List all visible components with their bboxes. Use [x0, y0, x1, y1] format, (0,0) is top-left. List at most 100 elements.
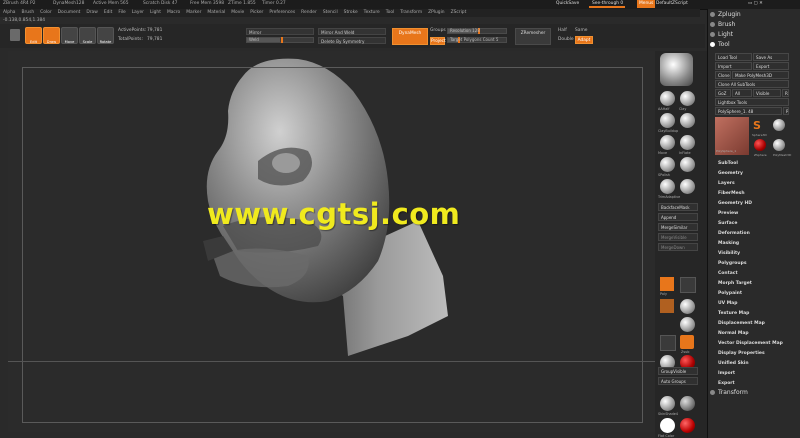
menu-item[interactable]: Light	[150, 10, 161, 15]
mirror-button[interactable]: Mirror	[246, 28, 314, 35]
menu-item[interactable]: Marker	[186, 10, 201, 15]
edit-button[interactable]: Edit	[25, 27, 42, 44]
menu-item[interactable]: File	[118, 10, 125, 15]
import-button[interactable]: Import	[715, 62, 752, 70]
texture-swatch[interactable]	[660, 299, 674, 313]
groups-label[interactable]: Groups	[430, 28, 446, 33]
menu-item[interactable]: Material	[207, 10, 225, 15]
brush-icon[interactable]	[660, 113, 675, 128]
subpalette-masking[interactable]: Masking	[718, 241, 739, 246]
menu-item[interactable]: Brush	[21, 10, 34, 15]
goz-all-button[interactable]: All	[732, 89, 752, 97]
brush-icon[interactable]	[660, 157, 675, 172]
tool-slider[interactable]: PolySphere_1. 48	[715, 107, 782, 115]
menu-item[interactable]: Transform	[400, 10, 422, 15]
menus-button[interactable]: Menus	[637, 0, 656, 8]
append-button[interactable]: Append	[658, 213, 698, 221]
subpalette-display-properties[interactable]: Display Properties	[718, 351, 765, 356]
menu-item[interactable]: Preferences	[269, 10, 295, 15]
rotate-button[interactable]: Rotate	[97, 27, 114, 44]
subpalette-import[interactable]: Import	[718, 371, 735, 376]
polymesh-icon[interactable]	[773, 139, 785, 151]
subpalette-texture-map[interactable]: Texture Map	[718, 311, 749, 316]
palette-header-transform[interactable]: Transform	[710, 389, 748, 396]
delete-by-symmetry-button[interactable]: Delete By Symmetry	[318, 37, 386, 44]
brush-icon[interactable]	[680, 91, 695, 106]
goz-button[interactable]: GoZ	[715, 89, 731, 97]
clone-all-subtools-button[interactable]: Clone All SubTools	[715, 80, 789, 88]
brush-icon[interactable]	[680, 179, 695, 194]
matcap-preview[interactable]	[660, 53, 693, 86]
subpalette-export[interactable]: Export	[718, 381, 735, 386]
merge-down-button[interactable]: MergeDown	[658, 243, 698, 251]
menu-item[interactable]: Alpha	[3, 10, 15, 15]
subpalette-geometry-hd[interactable]: Geometry HD	[718, 201, 752, 206]
tool-r-button[interactable]: R	[783, 107, 789, 115]
menu-item[interactable]: Stencil	[323, 10, 338, 15]
palette-header-light[interactable]: Light	[710, 31, 733, 38]
subpalette-polygroups[interactable]: Polygroups	[718, 261, 747, 266]
palette-header-tool[interactable]: Tool	[710, 41, 730, 48]
sphere3d-icon[interactable]	[773, 119, 785, 131]
subpalette-visibility[interactable]: Visibility	[718, 251, 740, 256]
subpalette-uv-map[interactable]: UV Map	[718, 301, 737, 306]
brush-icon[interactable]	[680, 113, 695, 128]
brush-icon[interactable]	[660, 135, 675, 150]
menu-item[interactable]: Stroke	[344, 10, 358, 15]
brush-icon[interactable]	[680, 135, 695, 150]
double-button[interactable]: Double	[558, 37, 574, 42]
clone-button[interactable]: Clone	[715, 71, 731, 79]
menu-item[interactable]: Edit	[104, 10, 113, 15]
window-controls[interactable]: ▭ ▢ ✕	[748, 1, 763, 6]
auto-groups-button[interactable]: Auto Groups	[658, 377, 698, 385]
move-button[interactable]: Move	[61, 27, 78, 44]
merge-similar-button[interactable]: MergeSimilar	[658, 223, 698, 231]
menu-item[interactable]: Document	[58, 10, 81, 15]
same-button[interactable]: Same	[575, 28, 587, 33]
subpalette-morph-target[interactable]: Morph Target	[718, 281, 752, 286]
flat-color-icon[interactable]	[660, 418, 675, 433]
brush-icon[interactable]	[680, 157, 695, 172]
goz-r-button[interactable]: R	[782, 89, 789, 97]
menu-item[interactable]: Picker	[250, 10, 263, 15]
brush-icon[interactable]	[660, 179, 675, 194]
lightbox-tools-button[interactable]: Lightbox Tools	[715, 98, 789, 106]
material-swatch[interactable]	[10, 29, 20, 41]
zsub-icon[interactable]	[680, 299, 695, 314]
save-as-button[interactable]: Save As	[753, 53, 789, 61]
adapt-button[interactable]: Adapt	[575, 36, 593, 44]
subpalette-normal-map[interactable]: Normal Map	[718, 331, 749, 336]
zsphere-icon[interactable]	[754, 139, 766, 151]
menu-item[interactable]: ZPlugin	[428, 10, 444, 15]
dynamesh-button[interactable]: DynaMesh	[392, 28, 428, 45]
menu-item[interactable]: Draw	[86, 10, 97, 15]
subpalette-preview[interactable]: Preview	[718, 211, 738, 216]
make-polymesh-button[interactable]: Make PolyMesh3D	[732, 71, 789, 79]
menu-item[interactable]: ZScript	[451, 10, 467, 15]
scale-button[interactable]: Scale	[79, 27, 96, 44]
simple-brush-icon[interactable]: S	[753, 119, 761, 132]
menu-item[interactable]: Render	[301, 10, 317, 15]
subpalette-polypaint[interactable]: Polypaint	[718, 291, 742, 296]
group-visible-button[interactable]: GroupVisible	[658, 367, 698, 375]
poly-frame-button[interactable]	[660, 277, 674, 291]
mirror-and-weld-button[interactable]: Mirror And Weld	[318, 28, 386, 35]
draw-button[interactable]: Draw	[43, 27, 60, 44]
menu-item[interactable]: Color	[40, 10, 51, 15]
merge-visible-button[interactable]: MergeVisible	[658, 233, 698, 241]
menu-item[interactable]: Texture	[364, 10, 380, 15]
subpalette-vector-displacement-map[interactable]: Vector Displacement Map	[718, 341, 783, 346]
default-zscript-button[interactable]: DefaultZScript	[656, 1, 688, 6]
export-button[interactable]: Export	[753, 62, 789, 70]
palette-header-zplugin[interactable]: Zplugin	[710, 11, 741, 18]
menu-item[interactable]: Layer	[132, 10, 144, 15]
zsphere-button[interactable]	[680, 335, 694, 349]
brush-icon[interactable]	[660, 91, 675, 106]
subdivide-button[interactable]	[660, 335, 676, 351]
subpalette-deformation[interactable]: Deformation	[718, 231, 750, 236]
project-button[interactable]: Project	[430, 37, 446, 45]
transp-button[interactable]	[680, 277, 696, 293]
zcut-icon[interactable]	[680, 317, 695, 332]
subpalette-subtool[interactable]: SubTool	[718, 161, 738, 166]
subpalette-layers[interactable]: Layers	[718, 181, 735, 186]
